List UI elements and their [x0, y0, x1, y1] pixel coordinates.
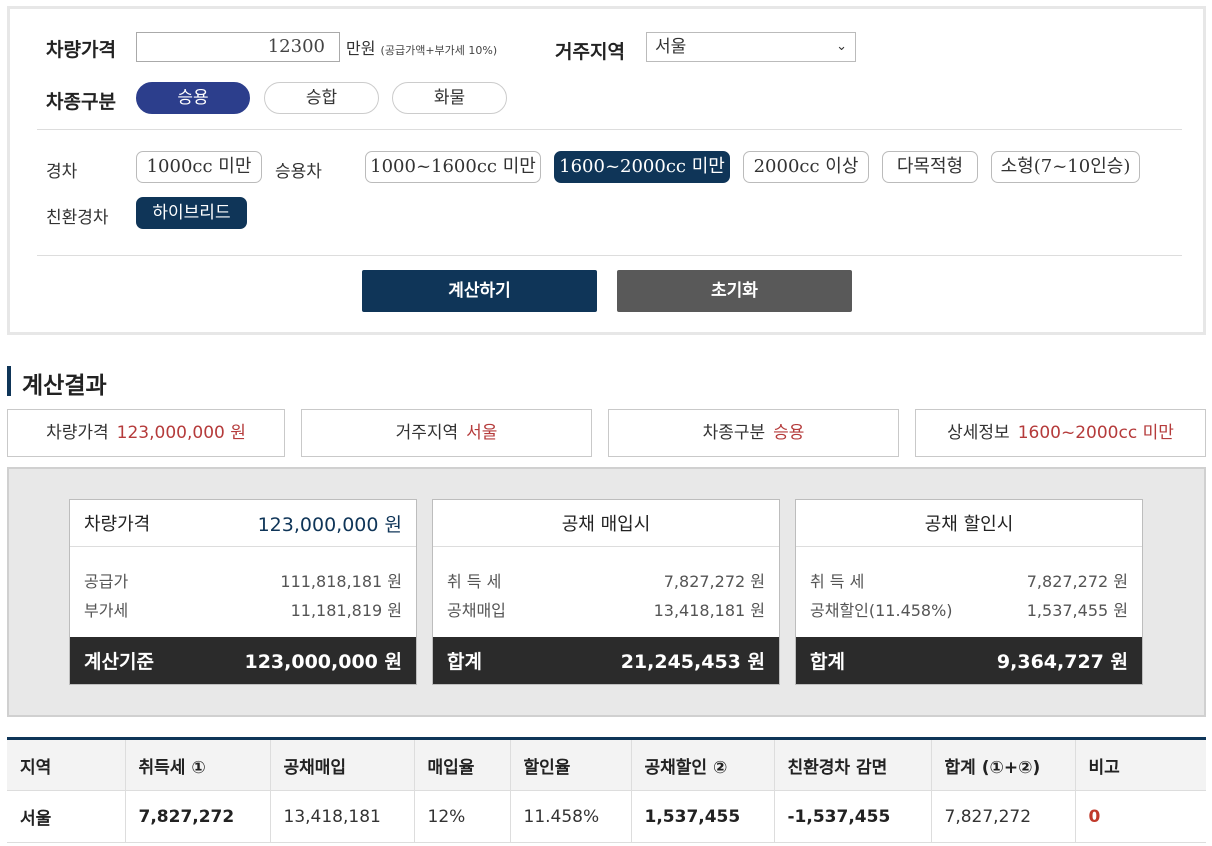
table-header: 취득세 ①: [124, 738, 271, 791]
calculate-button[interactable]: 계산하기: [362, 270, 597, 312]
result-table: 지역 취득세 ① 공채매입 매입율 할인율 공채할인 ② 친환경차 감면 합계 …: [7, 737, 1206, 843]
table-cell: -1,537,455: [773, 790, 932, 843]
table-cell: 0: [1074, 790, 1206, 843]
type-label: 차종구분: [46, 91, 116, 113]
table-header: 할인율: [509, 738, 632, 791]
card-row: 공채매입 13,418,181 원: [447, 601, 765, 620]
region-select[interactable]: 서울 ⌄: [646, 32, 856, 62]
summary-type: 차종구분 승용: [608, 409, 899, 457]
result-title: 계산결과: [22, 373, 107, 399]
table-header: 합계 (①+②): [930, 738, 1076, 791]
passenger-car-label: 승용차: [275, 162, 322, 182]
table-header-row: 지역 취득세 ① 공채매입 매입율 할인율 공채할인 ② 친환경차 감면 합계 …: [7, 738, 1206, 791]
table-header: 매입율: [413, 738, 511, 791]
table-cell: 13,418,181: [269, 790, 415, 843]
card-row: 공채할인(11.458%) 1,537,455 원: [810, 601, 1128, 620]
title-accent-bar: [7, 366, 11, 396]
table-cell: 7,827,272: [124, 790, 271, 843]
type-option-passenger[interactable]: 승용: [136, 82, 250, 114]
reset-button[interactable]: 초기화: [617, 270, 852, 312]
table-header: 공채할인 ②: [630, 738, 775, 791]
card-row: 취 득 세 7,827,272 원: [447, 572, 765, 591]
card-vehicle-price: 차량가격 123,000,000 원 공급가 111,818,181 원 부가세 1…: [69, 499, 417, 685]
summary-region: 거주지역 서울: [301, 409, 592, 457]
table-header: 친환경차 감면: [773, 738, 932, 791]
table-header: 지역: [7, 738, 126, 791]
light-car-label: 경차: [46, 162, 78, 182]
card-foot: 합계 9,364,727 원: [796, 637, 1142, 684]
table-header: 공채매입: [269, 738, 415, 791]
option-1000cc[interactable]: 1000cc 미만: [136, 151, 262, 183]
option-2000cc-over[interactable]: 2000cc 이상: [743, 151, 869, 183]
option-1000-1600cc[interactable]: 1000~1600cc 미만: [365, 151, 541, 183]
table-header: 비고: [1074, 738, 1206, 791]
region-label: 거주지역: [555, 41, 625, 63]
card-head: 차량가격 123,000,000 원: [70, 500, 416, 547]
price-unit: 만원 (공급가액+부가세 10%): [346, 39, 498, 58]
card-head: 공채 매입시: [433, 500, 779, 547]
option-multipurpose[interactable]: 다목적형: [882, 151, 978, 183]
table-row: 서울 7,827,272 13,418,181 12% 11.458% 1,53…: [7, 790, 1206, 843]
table-cell: 11.458%: [509, 790, 632, 843]
eco-car-label: 친환경차: [46, 208, 109, 228]
calculator-form: 차량가격 12300 만원 (공급가액+부가세 10%) 거주지역 서울 ⌄ 차…: [7, 6, 1206, 335]
card-bond-discount: 공채 할인시 취 득 세 7,827,272 원 공채할인(11.458%) 1,5…: [795, 499, 1143, 685]
price-label: 차량가격: [46, 39, 116, 61]
type-option-van[interactable]: 승합: [264, 82, 379, 114]
card-row: 공급가 111,818,181 원: [84, 572, 402, 591]
table-cell: 12%: [413, 790, 511, 843]
option-hybrid[interactable]: 하이브리드: [136, 197, 247, 229]
price-input[interactable]: 12300: [136, 32, 340, 62]
table-cell: 서울: [7, 790, 126, 843]
price-note: (공급가액+부가세 10%): [380, 44, 498, 57]
card-row: 부가세 11,181,819 원: [84, 601, 402, 620]
card-row: 취 득 세 7,827,272 원: [810, 572, 1128, 591]
option-1600-2000cc[interactable]: 1600~2000cc 미만: [554, 151, 730, 183]
type-option-truck[interactable]: 화물: [392, 82, 507, 114]
table-cell: 7,827,272: [930, 790, 1076, 843]
divider: [37, 129, 1182, 130]
card-bond-purchase: 공채 매입시 취 득 세 7,827,272 원 공채매입 13,418,181 원…: [432, 499, 780, 685]
summary-price: 차량가격 123,000,000 원: [7, 409, 285, 457]
divider: [37, 255, 1182, 256]
card-foot: 합계 21,245,453 원: [433, 637, 779, 684]
card-foot: 계산기준 123,000,000 원: [70, 637, 416, 684]
card-head: 공채 할인시: [796, 500, 1142, 547]
chevron-down-icon: ⌄: [836, 39, 847, 54]
table-cell: 1,537,455: [630, 790, 775, 843]
summary-detail: 상세정보 1600~2000cc 미만: [915, 409, 1206, 457]
option-small-van[interactable]: 소형(7~10인승): [991, 151, 1140, 183]
